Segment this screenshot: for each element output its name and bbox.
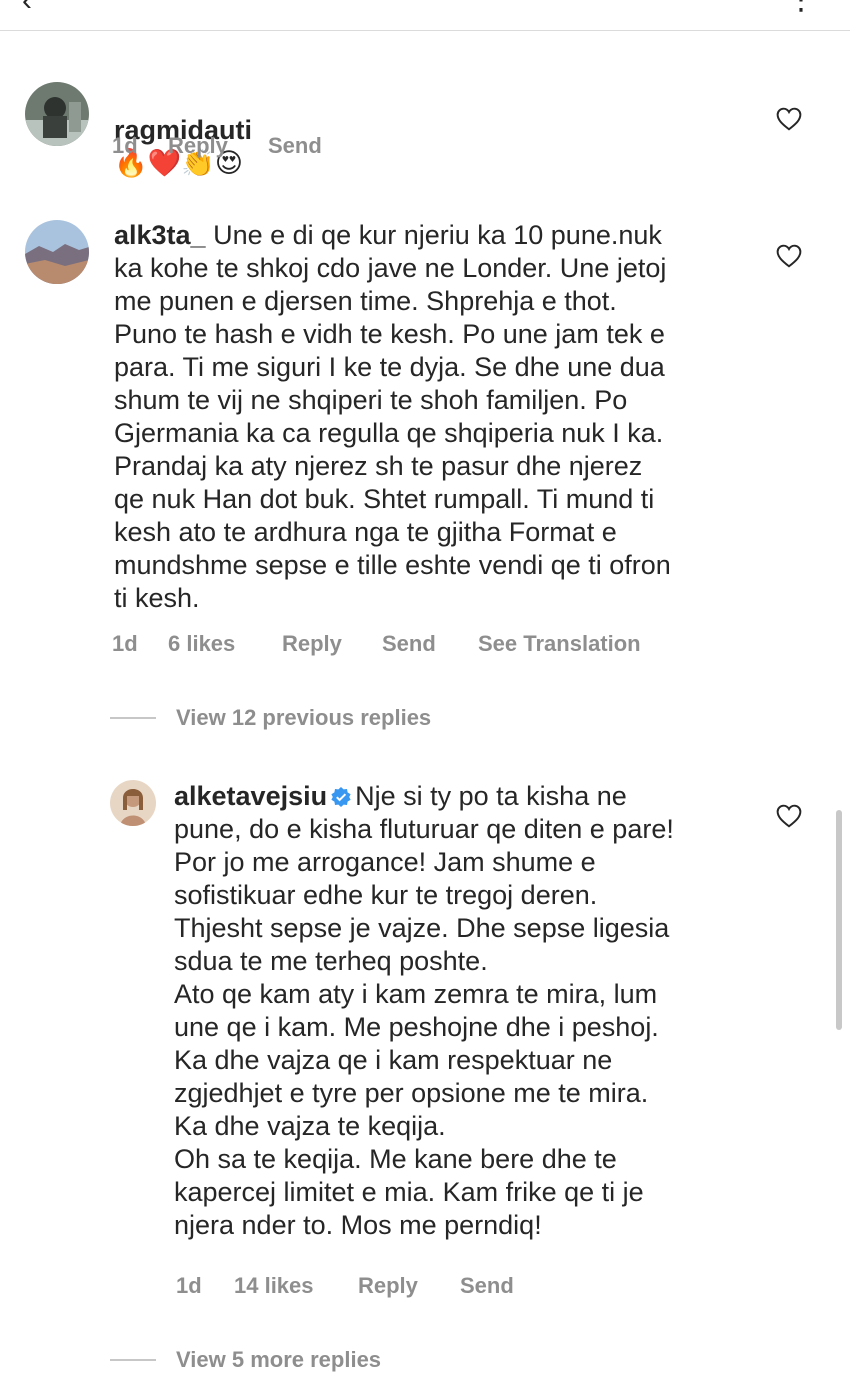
- reply-button[interactable]: Reply: [282, 631, 342, 657]
- comment-body: ragmidauti 🔥❤️👏😍: [114, 81, 794, 180]
- heart-outline-icon[interactable]: [776, 804, 802, 828]
- see-translation-button[interactable]: See Translation: [478, 631, 641, 657]
- comment-likes[interactable]: 14 likes: [234, 1273, 314, 1299]
- more-options-icon[interactable]: ⋮: [786, 0, 816, 17]
- comment-body: alketavejsiu Nje si ty po ta kisha ne pun…: [174, 780, 774, 1242]
- comment-time: 1d: [112, 133, 138, 158]
- send-button[interactable]: Send: [460, 1273, 514, 1299]
- top-bar: ‹ ⋮: [0, 0, 850, 31]
- comment-time: 1d: [112, 631, 138, 656]
- reply-button[interactable]: Reply: [168, 133, 228, 159]
- avatar[interactable]: [25, 82, 89, 146]
- back-arrow-icon[interactable]: ‹: [22, 0, 32, 18]
- heart-outline-icon[interactable]: [776, 107, 802, 131]
- view-previous-replies-label: View 12 previous replies: [176, 705, 432, 730]
- comment-username[interactable]: alk3ta_: [114, 220, 206, 250]
- avatar[interactable]: [25, 220, 89, 284]
- send-button[interactable]: Send: [382, 631, 436, 657]
- scrollbar[interactable]: [836, 810, 842, 1030]
- comment-body: alk3ta_ Une e di qe kur njeriu ka 10 pun…: [114, 219, 794, 615]
- comment-username[interactable]: alketavejsiu: [174, 781, 327, 811]
- send-button[interactable]: Send: [268, 133, 322, 159]
- reply-button[interactable]: Reply: [358, 1273, 418, 1299]
- comment-likes[interactable]: 6 likes: [168, 631, 235, 657]
- avatar[interactable]: [110, 780, 156, 826]
- replies-divider: [110, 1359, 156, 1361]
- verified-badge-icon: [331, 787, 351, 807]
- comment-time: 1d: [176, 1273, 202, 1298]
- comment-text: Nje si ty po ta kisha ne pune, do e kish…: [174, 781, 674, 1240]
- replies-divider: [110, 717, 156, 719]
- comment-text: Une e di qe kur njeriu ka 10 pune.nuk ka…: [114, 220, 671, 613]
- view-more-replies-label: View 5 more replies: [176, 1347, 382, 1372]
- heart-outline-icon[interactable]: [776, 244, 802, 268]
